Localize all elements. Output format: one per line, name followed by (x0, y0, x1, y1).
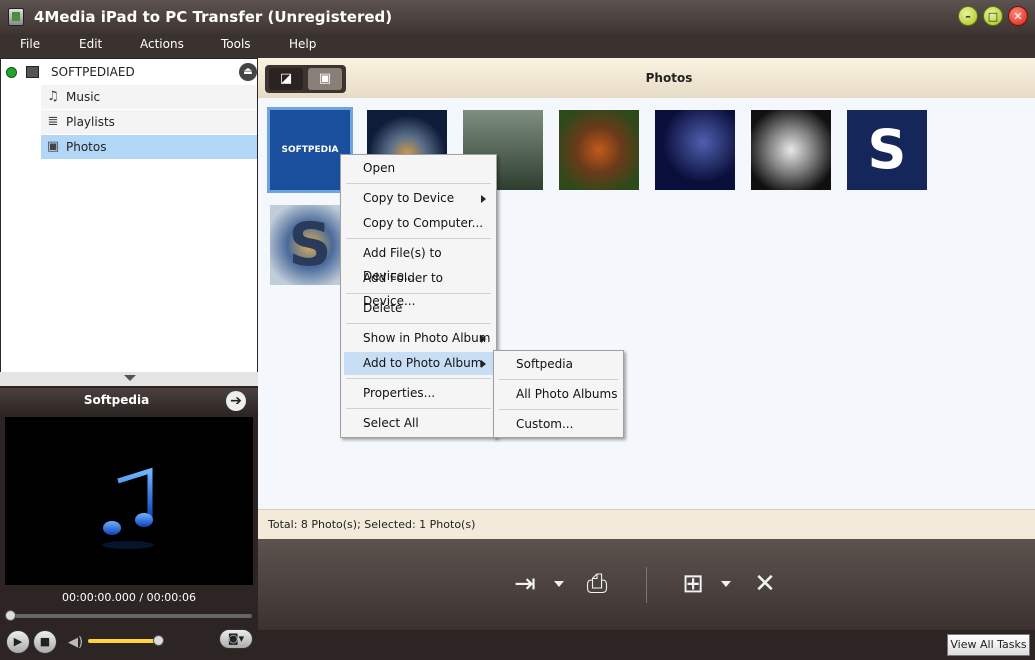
player-title: Softpedia (83, 393, 150, 407)
add-dropdown-icon[interactable] (721, 581, 731, 587)
device-label: SOFTPEDIAED (51, 65, 135, 79)
music-note-icon (102, 467, 154, 549)
preview-screen (5, 417, 253, 585)
import-dropdown-icon[interactable] (554, 581, 564, 587)
submenu-arrow-icon (481, 335, 486, 343)
add-album-icon[interactable]: ⊞ (676, 567, 710, 601)
menu-separator (346, 293, 491, 294)
tree-item-device[interactable]: SOFTPEDIAED ⏏ (1, 60, 257, 84)
tree-item-music[interactable]: ♫ Music (41, 85, 257, 109)
menu-edit[interactable]: Edit (79, 37, 102, 51)
menu-file[interactable]: File (20, 37, 40, 51)
menu-item-delete[interactable]: Delete (344, 297, 493, 320)
menu-item-label: Add to Photo Album (363, 356, 483, 370)
volume-handle[interactable] (153, 635, 164, 646)
tree-item-photos[interactable]: ▣ Photos (41, 135, 257, 159)
device-tree: SOFTPEDIAED ⏏ ♫ Music ≣ Playlists ▣ Phot… (1, 59, 257, 373)
status-text: Total: 8 Photo(s); Selected: 1 Photo(s) (268, 518, 476, 531)
close-button[interactable]: ✕ (1008, 6, 1028, 26)
delete-icon[interactable]: ✕ (748, 567, 782, 601)
section-title: Photos (645, 71, 693, 85)
export-to-computer-icon[interactable]: ⎙ (580, 567, 614, 601)
submenu-arrow-icon (481, 360, 486, 368)
arrow-right-icon[interactable]: ➔ (226, 391, 246, 411)
collapse-player-toggle[interactable] (0, 372, 258, 386)
restore-button[interactable]: □ (983, 6, 1003, 26)
status-bar: Total: 8 Photo(s); Selected: 1 Photo(s) (258, 509, 1035, 539)
content-header: ◪ ▣ Photos (258, 58, 1035, 98)
submenu-add-to-album: Softpedia All Photo Albums Custom... (493, 350, 624, 438)
menu-item-copy-to-device[interactable]: Copy to Device (344, 187, 493, 210)
context-menu: Open Copy to Device Copy to Computer... … (340, 154, 497, 438)
music-note-icon: ♫ (47, 89, 59, 104)
seek-handle[interactable] (5, 610, 16, 621)
thumb-softpedia-logo[interactable]: SOFTPEDIA (267, 107, 353, 193)
window-title: 4Media iPad to PC Transfer (Unregistered… (34, 8, 393, 26)
view-all-tasks-button[interactable]: View All Tasks (947, 634, 1030, 656)
thumb-blue-abstract[interactable] (655, 110, 735, 190)
action-toolbar: ⇥ ⎙ ⊞ ✕ (258, 539, 1035, 630)
thumb-crystal[interactable] (751, 110, 831, 190)
tree-item-label: Photos (66, 140, 107, 154)
left-pane: SOFTPEDIAED ⏏ ♫ Music ≣ Playlists ▣ Phot… (0, 58, 258, 660)
menu-item-select-all[interactable]: Select All (344, 412, 493, 435)
menu-tools[interactable]: Tools (221, 37, 251, 51)
menu-item-show-in-album[interactable]: Show in Photo Album (344, 327, 493, 350)
menu-separator (346, 378, 491, 379)
menu-help[interactable]: Help (289, 37, 316, 51)
menu-item-add-to-album[interactable]: Add to Photo Album (344, 352, 493, 375)
toolbar-divider (646, 567, 647, 603)
device-icon (26, 66, 39, 78)
title-bar: 4Media iPad to PC Transfer (Unregistered… (0, 0, 1035, 34)
menu-item-add-files[interactable]: Add File(s) to Device... (344, 242, 493, 283)
menu-separator (346, 183, 491, 184)
time-display: 00:00:00.000 / 00:00:06 (62, 591, 196, 604)
speaker-icon[interactable]: ◀) (68, 635, 83, 650)
camera-snapshot-button[interactable]: ◙▾ (219, 629, 253, 649)
menu-separator (346, 238, 491, 239)
menu-separator (499, 409, 618, 410)
menu-item-label: Copy to Device (363, 191, 455, 205)
volume-slider[interactable] (88, 639, 159, 643)
menu-item-open[interactable]: Open (344, 157, 493, 180)
menu-bar: File Edit Actions Tools Help (0, 34, 1035, 58)
menu-separator (346, 408, 491, 409)
menu-separator (499, 379, 618, 380)
menu-separator (346, 323, 491, 324)
tree-item-playlists[interactable]: ≣ Playlists (41, 110, 257, 134)
tree-item-label: Playlists (66, 115, 115, 129)
submenu-arrow-icon (481, 195, 486, 203)
stop-button[interactable]: ■ (33, 630, 57, 654)
thumb-s-logo[interactable]: S (847, 110, 927, 190)
seek-bar[interactable] (8, 614, 252, 618)
bottom-bar: View All Tasks (258, 630, 1035, 660)
playlist-icon: ≣ (47, 114, 59, 129)
submenu-item-all-albums[interactable]: All Photo Albums (497, 383, 620, 406)
thumb-s-swirl[interactable]: S (270, 205, 350, 285)
play-button[interactable]: ▶ (6, 630, 30, 654)
menu-item-properties[interactable]: Properties... (344, 382, 493, 405)
photo-icon: ▣ (46, 139, 60, 154)
submenu-item-custom[interactable]: Custom... (497, 413, 620, 436)
menu-item-copy-to-computer[interactable]: Copy to Computer... (344, 212, 493, 235)
player-header: Softpedia ➔ (0, 388, 258, 414)
menu-actions[interactable]: Actions (140, 37, 184, 51)
submenu-item-softpedia[interactable]: Softpedia (497, 353, 620, 376)
connected-status-icon (6, 67, 17, 78)
thumb-leaves[interactable] (559, 110, 639, 190)
eject-icon[interactable]: ⏏ (239, 63, 257, 81)
app-icon (8, 8, 24, 26)
tree-item-label: Music (66, 90, 101, 104)
menu-item-label: Show in Photo Album (363, 331, 491, 345)
minimize-button[interactable]: – (958, 6, 978, 26)
import-to-device-icon[interactable]: ⇥ (508, 567, 542, 601)
menu-item-add-folder[interactable]: Add Folder to Device... (344, 267, 493, 308)
